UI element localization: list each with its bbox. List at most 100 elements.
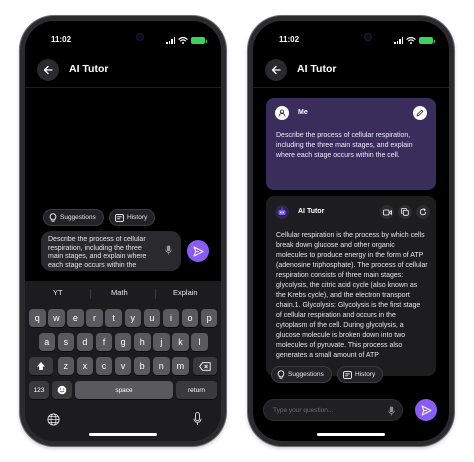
question-input[interactable] (263, 399, 403, 421)
keyboard-suggestion[interactable]: YT (53, 288, 63, 297)
backspace-icon (199, 361, 211, 371)
battery-icon (191, 37, 207, 44)
shift-icon (37, 362, 45, 370)
lightbulb-icon (277, 370, 285, 379)
keyboard-suggestion[interactable]: Explain (173, 288, 198, 297)
history-chip-label: History (127, 214, 148, 221)
screen-right: 11:02 AI Tutor Me Describe the process o… (253, 21, 449, 441)
ai-avatar-icon (278, 207, 286, 215)
send-icon (421, 405, 431, 415)
video-icon (382, 209, 392, 215)
key-y[interactable]: y (124, 309, 141, 327)
key-e[interactable]: e (67, 309, 84, 327)
user-message-card: Me Describe the process of cellular resp… (266, 98, 436, 190)
signal-icon (394, 37, 403, 44)
suggestions-chip-label: Suggestions (60, 214, 96, 221)
battery-icon (419, 37, 435, 44)
question-input[interactable]: Describe the process of cellular respira… (41, 231, 181, 271)
key-i[interactable]: i (162, 309, 180, 327)
backspace-key[interactable] (193, 357, 217, 375)
ai-message-text: Cellular respiration is the process by w… (276, 232, 428, 359)
back-button[interactable] (37, 59, 59, 81)
ai-name: AI Tutor (298, 208, 325, 215)
refresh-icon (419, 208, 427, 216)
key-b[interactable]: b (133, 357, 151, 375)
globe-icon[interactable] (47, 413, 60, 426)
send-button[interactable] (415, 399, 437, 421)
suggestions-chip[interactable]: Suggestions (271, 366, 332, 383)
key-w[interactable]: w (48, 309, 65, 327)
user-name: Me (298, 109, 308, 116)
suggestion-separator (155, 289, 156, 299)
key-k[interactable]: k (172, 333, 189, 351)
key-f[interactable]: f (95, 333, 113, 351)
copy-button[interactable] (398, 205, 412, 219)
status-bar: 11:02 (253, 35, 449, 49)
key-u[interactable]: u (143, 309, 161, 327)
user-icon (278, 109, 286, 117)
emoji-key[interactable] (52, 381, 72, 399)
send-button[interactable] (187, 240, 209, 262)
return-key[interactable]: return (176, 381, 217, 399)
mic-icon[interactable] (165, 245, 172, 255)
key-p[interactable]: p (200, 309, 218, 327)
video-button[interactable] (380, 205, 394, 219)
key-t[interactable]: t (105, 309, 122, 327)
history-chip[interactable]: History (109, 209, 156, 226)
phone-right: 11:02 AI Tutor Me Describe the process o… (248, 16, 454, 446)
copy-icon (401, 208, 409, 216)
user-message-text: Describe the process of cellular respira… (276, 132, 413, 159)
history-chip[interactable]: History (337, 366, 384, 383)
suggestions-chip-label: Suggestions (288, 371, 324, 378)
history-icon (115, 213, 124, 222)
question-input-text: Describe the process of cellular respira… (48, 236, 147, 269)
status-icons (394, 37, 435, 44)
key-j[interactable]: j (153, 333, 170, 351)
key-r[interactable]: r (86, 309, 103, 327)
key-o[interactable]: o (181, 309, 199, 327)
page-title: AI Tutor (297, 63, 337, 75)
history-icon (343, 370, 352, 379)
key-v[interactable]: v (114, 357, 132, 375)
key-c[interactable]: c (95, 357, 113, 375)
numbers-key[interactable]: 123 (29, 381, 49, 399)
signal-icon (166, 37, 175, 44)
key-g[interactable]: g (114, 333, 132, 351)
keyboard-suggestion[interactable]: Math (111, 288, 128, 297)
back-arrow-icon (271, 65, 281, 75)
ai-message-card: AI Tutor Cellular respiration is the pro… (266, 196, 436, 376)
screen-left: 11:02 AI Tutor Suggestions History Descr… (25, 21, 221, 441)
user-avatar (275, 106, 289, 120)
key-x[interactable]: x (76, 357, 94, 375)
lightbulb-icon (49, 213, 57, 222)
back-button[interactable] (265, 59, 287, 81)
key-h[interactable]: h (134, 333, 151, 351)
dictation-mic-icon[interactable] (193, 412, 202, 426)
history-chip-label: History (355, 371, 376, 378)
key-z[interactable]: z (57, 357, 74, 375)
status-time: 11:02 (279, 35, 300, 44)
suggestions-chip[interactable]: Suggestions (43, 209, 104, 226)
mic-icon[interactable] (388, 406, 395, 416)
suggestion-separator (90, 289, 91, 299)
key-d[interactable]: d (76, 333, 94, 351)
refresh-button[interactable] (416, 205, 430, 219)
key-l[interactable]: l (191, 333, 208, 351)
edit-button[interactable] (413, 106, 427, 120)
key-q[interactable]: q (29, 309, 46, 327)
key-a[interactable]: a (38, 333, 55, 351)
question-input-field[interactable] (273, 404, 383, 416)
header-divider (25, 87, 221, 88)
key-n[interactable]: n (153, 357, 170, 375)
wifi-icon (178, 37, 188, 44)
space-key[interactable]: space (75, 381, 173, 399)
wifi-icon (406, 37, 416, 44)
key-s[interactable]: s (57, 333, 75, 351)
status-time: 11:02 (51, 35, 72, 44)
app-header: AI Tutor (253, 57, 449, 83)
ai-avatar (275, 205, 289, 219)
edit-icon (416, 109, 424, 117)
shift-key[interactable] (29, 357, 53, 375)
keyboard: YT Math Explain q w e r t y u i o p a s … (25, 281, 221, 441)
key-m[interactable]: m (172, 357, 189, 375)
